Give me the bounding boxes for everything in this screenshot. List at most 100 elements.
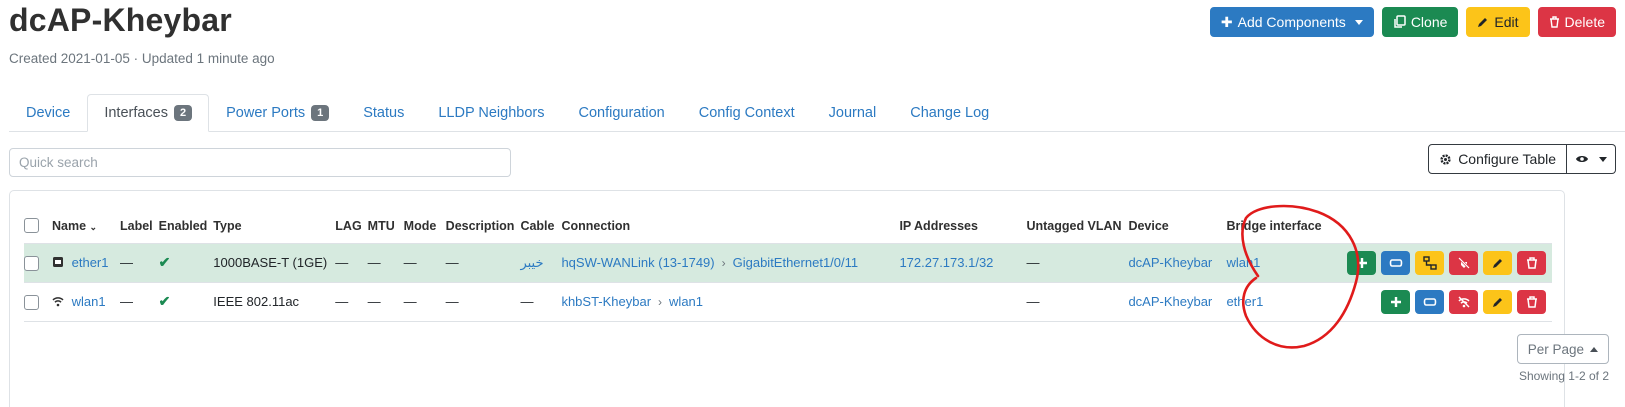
mode-cell: —	[403, 243, 446, 283]
gear-icon	[1440, 153, 1451, 165]
add-components-label: Add Components	[1237, 14, 1346, 30]
bridge-interface-link[interactable]: wlan1	[1226, 255, 1260, 270]
label-cell: —	[120, 243, 159, 283]
pagination-summary: Showing 1-2 of 2	[1518, 369, 1609, 383]
column-header-name[interactable]: Name ⌄	[52, 209, 120, 244]
table-tools: Configure Table	[1428, 144, 1616, 174]
delete-label: Delete	[1564, 14, 1605, 30]
tab-status[interactable]: Status	[346, 94, 421, 132]
tab-label: Configuration	[578, 105, 665, 121]
column-visibility-button[interactable]	[1567, 144, 1616, 174]
column-header-bridge-interface: Bridge interface	[1226, 209, 1345, 244]
tab-config-context[interactable]: Config Context	[682, 94, 812, 132]
column-header-actions	[1344, 209, 1552, 244]
connection-device-link[interactable]: khbST-Kheybar	[561, 294, 651, 309]
page: dcAP-Kheybar Created 2021-01-05 · Update…	[0, 0, 1625, 407]
bridge-interface-link[interactable]: ether1	[1226, 294, 1263, 309]
mtu-cell: —	[367, 282, 404, 322]
description-cell: —	[445, 243, 521, 283]
column-header-mode: Mode	[403, 209, 446, 244]
wifi-icon	[52, 297, 64, 307]
connect-cable-button[interactable]	[1415, 250, 1444, 275]
clone-icon	[1394, 15, 1406, 28]
device-link[interactable]: dcAP-Kheybar	[1128, 255, 1212, 270]
quick-search-input[interactable]	[9, 148, 511, 177]
row-checkbox[interactable]	[24, 294, 39, 310]
interfaces-table: Name ⌄ Label Enabled Type LAG MTU Mode D…	[24, 209, 1552, 322]
tab-label: Config Context	[698, 105, 795, 121]
disconnect-button[interactable]	[1449, 250, 1478, 275]
disconnect-wireless-button[interactable]	[1449, 289, 1478, 314]
pencil-icon	[1492, 258, 1502, 268]
plus-icon	[1356, 257, 1367, 268]
column-header-mtu: MTU	[367, 209, 404, 244]
wifi-off-icon	[1457, 296, 1470, 307]
chevron-right-icon: ›	[658, 295, 663, 309]
lag-cell: —	[335, 243, 368, 283]
tab-configuration[interactable]: Configuration	[561, 94, 681, 132]
cable-cell: —	[520, 282, 562, 322]
page-title: dcAP-Kheybar	[9, 2, 232, 38]
configure-table-label: Configure Table	[1458, 151, 1556, 167]
clone-button[interactable]: Clone	[1381, 7, 1459, 37]
edit-row-button[interactable]	[1483, 289, 1512, 314]
select-all-checkbox[interactable]	[24, 218, 39, 234]
add-components-button[interactable]: ✚ Add Components	[1209, 7, 1374, 37]
interface-name-link[interactable]: ether1	[72, 255, 109, 270]
plus-icon: ✚	[1220, 13, 1233, 30]
configure-table-button[interactable]: Configure Table	[1428, 144, 1567, 174]
cable-link[interactable]: خیبر	[520, 255, 543, 270]
add-button[interactable]	[1381, 289, 1410, 314]
trace-button[interactable]	[1381, 250, 1410, 275]
connection-port-link[interactable]: wlan1	[669, 294, 703, 309]
column-header-lag: LAG	[335, 209, 368, 244]
trace-button[interactable]	[1415, 289, 1444, 314]
connection-port-link[interactable]: GigabitEthernet1/0/11	[733, 255, 859, 270]
tab-journal[interactable]: Journal	[812, 94, 894, 132]
table-row: wlan1 — ✔ IEEE 802.11ac — — — — — khbST-…	[24, 282, 1552, 322]
mtu-cell: —	[367, 243, 404, 283]
tab-lldp-neighbors[interactable]: LLDP Neighbors	[421, 94, 561, 132]
column-header-enabled: Enabled	[158, 209, 214, 244]
ip-address-link[interactable]: 172.27.173.1/32	[899, 255, 993, 270]
delete-row-button[interactable]	[1517, 289, 1546, 314]
device-link[interactable]: dcAP-Kheybar	[1128, 294, 1212, 309]
tab-label: Change Log	[910, 105, 990, 121]
edit-row-button[interactable]	[1483, 250, 1512, 275]
lan-connect-icon	[1422, 255, 1437, 270]
tab-power-ports[interactable]: Power Ports 1	[209, 94, 346, 132]
untagged-vlan-cell: —	[1026, 243, 1129, 283]
transit-connection-icon	[1389, 258, 1402, 267]
delete-button[interactable]: Delete	[1537, 7, 1616, 37]
tab-change-log[interactable]: Change Log	[893, 94, 1006, 132]
chevron-down-icon	[1354, 19, 1363, 25]
plus-icon	[1390, 296, 1401, 307]
tab-label: Status	[363, 105, 405, 121]
interfaces-card: Name ⌄ Label Enabled Type LAG MTU Mode D…	[9, 190, 1565, 407]
enabled-check-icon: ✔	[158, 293, 171, 309]
tab-device[interactable]: Device	[9, 94, 87, 132]
tab-label: Power Ports	[226, 105, 306, 121]
tab-label: Interfaces	[104, 105, 168, 121]
column-header-connection: Connection	[561, 209, 900, 244]
column-header-label: Label	[120, 209, 159, 244]
edit-button[interactable]: Edit	[1466, 7, 1530, 37]
page-subtitle: Created 2021-01-05 · Updated 1 minute ag…	[9, 51, 275, 66]
tab-label: Device	[26, 105, 71, 121]
connection-device-link[interactable]: hqSW-WANLink (13-1749)	[561, 255, 714, 270]
trash-icon	[1526, 295, 1537, 308]
transit-connection-icon	[1423, 297, 1436, 306]
type-cell: 1000BASE-T (1GE)	[213, 243, 336, 283]
column-header-device: Device	[1128, 209, 1227, 244]
row-checkbox[interactable]	[24, 255, 39, 271]
tab-interfaces[interactable]: Interfaces 2	[87, 94, 210, 132]
column-header-untagged-vlan: Untagged VLAN	[1026, 209, 1129, 244]
row-actions	[1344, 289, 1546, 314]
per-page-dropdown[interactable]: Per Page	[1516, 334, 1609, 364]
interface-name-link[interactable]: wlan1	[72, 294, 106, 309]
type-cell: IEEE 802.11ac	[213, 282, 336, 322]
add-button[interactable]	[1347, 250, 1376, 275]
delete-row-button[interactable]	[1517, 250, 1546, 275]
description-cell: —	[445, 282, 521, 322]
header-actions: ✚ Add Components Clone Edit Delete	[1209, 7, 1616, 37]
